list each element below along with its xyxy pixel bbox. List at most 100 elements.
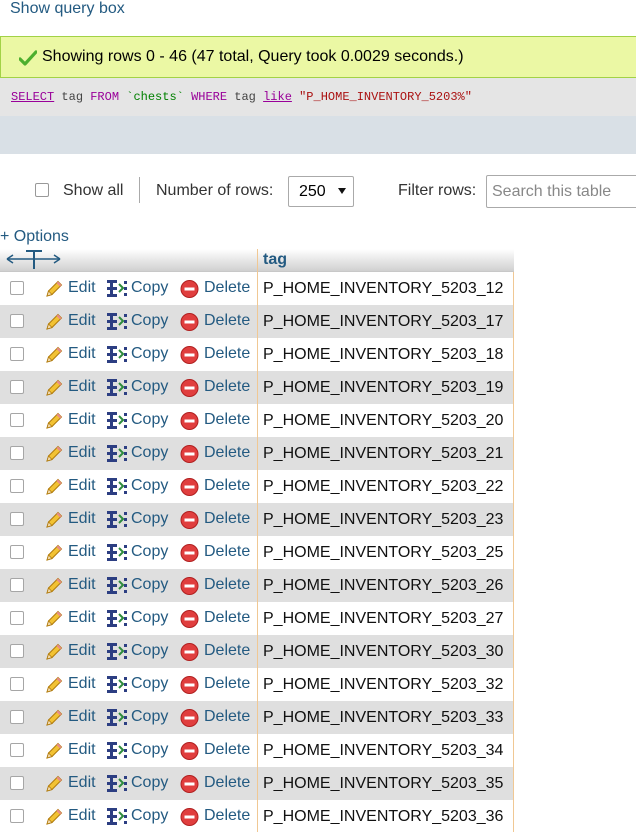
tag-cell[interactable]: P_HOME_INVENTORY_5203_18 xyxy=(257,338,514,371)
copy-button[interactable]: Copy xyxy=(106,344,172,366)
edit-button[interactable]: Edit xyxy=(44,674,100,696)
filter-rows-input[interactable] xyxy=(486,175,636,208)
row-checkbox[interactable] xyxy=(10,479,24,493)
delete-button[interactable]: Delete xyxy=(180,509,254,531)
copy-icon xyxy=(107,346,127,363)
copy-button[interactable]: Copy xyxy=(106,773,172,795)
sql-keyword-like[interactable]: like xyxy=(263,90,292,104)
delete-icon xyxy=(180,775,199,793)
delete-label: Delete xyxy=(204,708,251,725)
options-link[interactable]: + Options xyxy=(0,228,69,246)
edit-button[interactable]: Edit xyxy=(44,806,100,828)
row-checkbox[interactable] xyxy=(10,776,24,790)
copy-button[interactable]: Copy xyxy=(106,509,172,531)
delete-button[interactable]: Delete xyxy=(180,773,254,795)
edit-button[interactable]: Edit xyxy=(44,608,100,630)
copy-button[interactable]: Copy xyxy=(106,311,172,333)
copy-button[interactable]: Copy xyxy=(106,476,172,498)
row-checkbox[interactable] xyxy=(10,809,24,823)
tag-cell[interactable]: P_HOME_INVENTORY_5203_26 xyxy=(257,569,514,602)
column-resize-arrows-icon[interactable] xyxy=(4,249,64,271)
tag-cell[interactable]: P_HOME_INVENTORY_5203_19 xyxy=(257,371,514,404)
show-all-checkbox[interactable] xyxy=(35,183,49,197)
edit-button[interactable]: Edit xyxy=(44,509,100,531)
edit-button[interactable]: Edit xyxy=(44,311,100,333)
copy-button[interactable]: Copy xyxy=(106,674,172,696)
copy-button[interactable]: Copy xyxy=(106,707,172,729)
tag-cell[interactable]: P_HOME_INVENTORY_5203_32 xyxy=(257,668,514,701)
show-all-label[interactable]: Show all xyxy=(63,182,123,200)
copy-button[interactable]: Copy xyxy=(106,542,172,564)
row-checkbox[interactable] xyxy=(10,710,24,724)
tag-cell[interactable]: P_HOME_INVENTORY_5203_22 xyxy=(257,470,514,503)
tag-cell[interactable]: P_HOME_INVENTORY_5203_34 xyxy=(257,734,514,767)
copy-button[interactable]: Copy xyxy=(106,641,172,663)
copy-button[interactable]: Copy xyxy=(106,608,172,630)
delete-button[interactable]: Delete xyxy=(180,674,254,696)
row-checkbox[interactable] xyxy=(10,314,24,328)
delete-button[interactable]: Delete xyxy=(180,806,254,828)
row-checkbox[interactable] xyxy=(10,281,24,295)
tag-cell[interactable]: P_HOME_INVENTORY_5203_25 xyxy=(257,536,514,569)
tag-cell[interactable]: P_HOME_INVENTORY_5203_23 xyxy=(257,503,514,536)
row-checkbox[interactable] xyxy=(10,677,24,691)
delete-button[interactable]: Delete xyxy=(180,608,254,630)
delete-button[interactable]: Delete xyxy=(180,542,254,564)
sql-keyword-select[interactable]: SELECT xyxy=(11,90,54,104)
tag-cell[interactable]: P_HOME_INVENTORY_5203_21 xyxy=(257,437,514,470)
delete-button[interactable]: Delete xyxy=(180,443,254,465)
delete-button[interactable]: Delete xyxy=(180,740,254,762)
edit-button[interactable]: Edit xyxy=(44,410,100,432)
row-checkbox[interactable] xyxy=(10,743,24,757)
table-row: Edit Copy Delete P_HOME_INVENTORY_5203_25 xyxy=(0,536,514,569)
copy-button[interactable]: Copy xyxy=(106,575,172,597)
row-checkbox[interactable] xyxy=(10,611,24,625)
row-checkbox[interactable] xyxy=(10,578,24,592)
show-query-box-link[interactable]: Show query box xyxy=(10,0,125,20)
tag-cell[interactable]: P_HOME_INVENTORY_5203_35 xyxy=(257,767,514,800)
edit-button[interactable]: Edit xyxy=(44,542,100,564)
row-checkbox[interactable] xyxy=(10,380,24,394)
edit-button[interactable]: Edit xyxy=(44,575,100,597)
row-checkbox[interactable] xyxy=(10,545,24,559)
edit-button[interactable]: Edit xyxy=(44,344,100,366)
edit-button[interactable]: Edit xyxy=(44,476,100,498)
tag-cell[interactable]: P_HOME_INVENTORY_5203_30 xyxy=(257,635,514,668)
tag-cell[interactable]: P_HOME_INVENTORY_5203_17 xyxy=(257,305,514,338)
delete-button[interactable]: Delete xyxy=(180,278,254,300)
delete-button[interactable]: Delete xyxy=(180,410,254,432)
delete-button[interactable]: Delete xyxy=(180,377,254,399)
row-checkbox[interactable] xyxy=(10,446,24,460)
edit-button[interactable]: Edit xyxy=(44,443,100,465)
copy-button[interactable]: Copy xyxy=(106,278,172,300)
row-checkbox[interactable] xyxy=(10,512,24,526)
tag-cell[interactable]: P_HOME_INVENTORY_5203_33 xyxy=(257,701,514,734)
copy-button[interactable]: Copy xyxy=(106,740,172,762)
edit-button[interactable]: Edit xyxy=(44,641,100,663)
tag-cell[interactable]: P_HOME_INVENTORY_5203_27 xyxy=(257,602,514,635)
delete-button[interactable]: Delete xyxy=(180,641,254,663)
delete-button[interactable]: Delete xyxy=(180,344,254,366)
tag-cell[interactable]: P_HOME_INVENTORY_5203_12 xyxy=(257,272,514,305)
tag-cell[interactable]: P_HOME_INVENTORY_5203_36 xyxy=(257,800,514,832)
row-checkbox[interactable] xyxy=(10,644,24,658)
row-checkbox[interactable] xyxy=(10,347,24,361)
copy-button[interactable]: Copy xyxy=(106,443,172,465)
delete-button[interactable]: Delete xyxy=(180,575,254,597)
edit-button[interactable]: Edit xyxy=(44,278,100,300)
delete-button[interactable]: Delete xyxy=(180,707,254,729)
tag-cell[interactable]: P_HOME_INVENTORY_5203_20 xyxy=(257,404,514,437)
edit-button[interactable]: Edit xyxy=(44,740,100,762)
edit-button[interactable]: Edit xyxy=(44,773,100,795)
copy-button[interactable]: Copy xyxy=(106,806,172,828)
delete-button[interactable]: Delete xyxy=(180,311,254,333)
column-header-tag[interactable]: tag xyxy=(257,249,514,272)
edit-button[interactable]: Edit xyxy=(44,707,100,729)
copy-button[interactable]: Copy xyxy=(106,377,172,399)
copy-button[interactable]: Copy xyxy=(106,410,172,432)
row-checkbox[interactable] xyxy=(10,413,24,427)
number-of-rows-select[interactable]: 250 xyxy=(288,176,354,207)
delete-icon xyxy=(180,280,199,298)
edit-button[interactable]: Edit xyxy=(44,377,100,399)
delete-button[interactable]: Delete xyxy=(180,476,254,498)
